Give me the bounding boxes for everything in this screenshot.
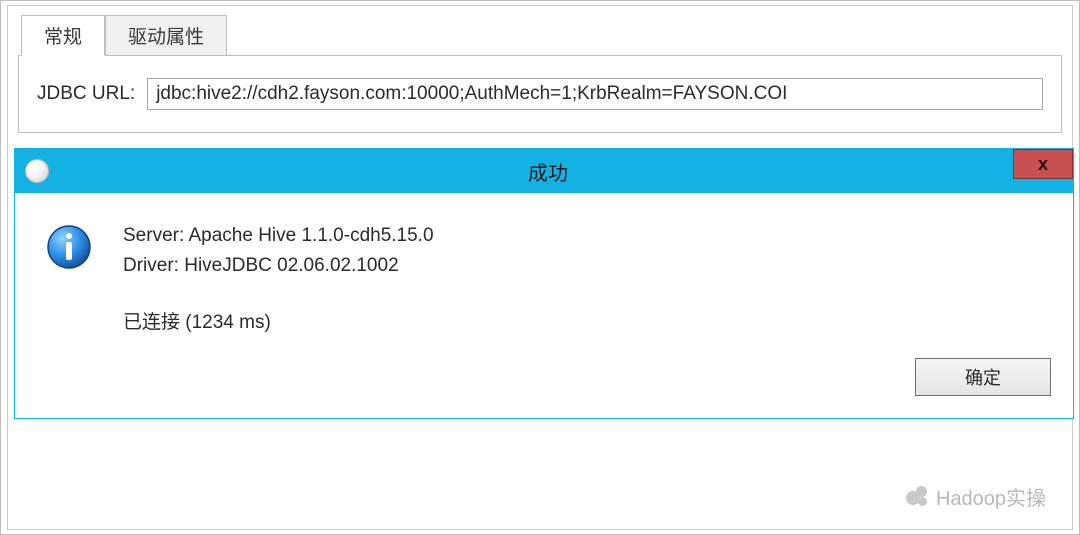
close-icon: x — [1038, 154, 1048, 175]
tab-driver-properties[interactable]: 驱动属性 — [105, 15, 227, 56]
tab-general[interactable]: 常规 — [21, 15, 105, 56]
info-icon — [45, 223, 93, 271]
dialog-titlebar[interactable]: 成功 x — [15, 149, 1073, 193]
success-dialog: 成功 x Server: Apache Hive 1.1.0-cdh5. — [14, 148, 1074, 419]
dialog-title: 成功 — [49, 157, 1047, 186]
jdbc-url-input[interactable] — [147, 78, 1043, 110]
driver-line: Driver: HiveJDBC 02.06.02.1002 — [123, 251, 434, 281]
server-line: Server: Apache Hive 1.1.0-cdh5.15.0 — [123, 221, 434, 251]
dialog-footer: 确定 — [15, 358, 1073, 418]
dialog-body: Server: Apache Hive 1.1.0-cdh5.15.0 Driv… — [15, 193, 1073, 358]
dialog-message: Server: Apache Hive 1.1.0-cdh5.15.0 Driv… — [123, 221, 434, 338]
app-icon — [25, 159, 49, 183]
connected-line: 已连接 (1234 ms) — [123, 308, 434, 338]
jdbc-url-label: JDBC URL: — [37, 83, 135, 105]
tab-panel-general: JDBC URL: — [18, 55, 1062, 133]
tab-strip: 常规 驱动属性 — [21, 14, 1062, 55]
ok-button[interactable]: 确定 — [915, 358, 1051, 396]
jdbc-url-row: JDBC URL: — [37, 78, 1043, 110]
close-button[interactable]: x — [1013, 149, 1073, 179]
